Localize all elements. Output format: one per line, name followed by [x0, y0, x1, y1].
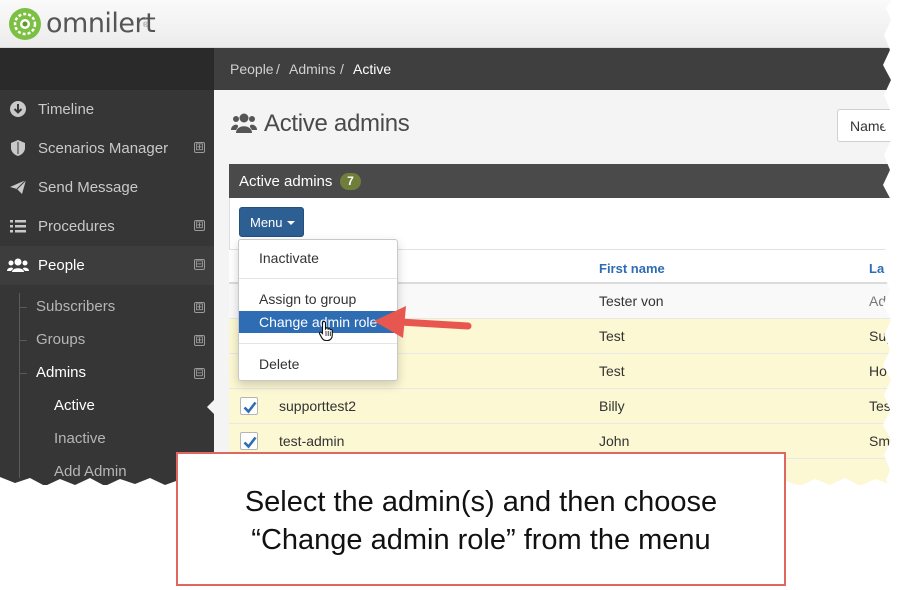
menu-item-inactivate[interactable]: Inactivate [239, 247, 397, 269]
breadcrumb-current: Active [353, 61, 392, 77]
sidebar-item-label: Send Message [38, 179, 139, 196]
first-name-cell: John [599, 433, 630, 449]
sidebar-item-label: Groups [36, 331, 86, 348]
registered-mark: ® [143, 22, 149, 29]
row-checkbox[interactable] [240, 397, 258, 415]
collapse-icon[interactable]: ⊟ [194, 259, 205, 270]
callout-line-2: “Change admin role” from the menu [251, 524, 711, 556]
sidebar-item-label: Scenarios Manager [38, 140, 169, 157]
checkmark-icon [243, 436, 257, 449]
panel-header: Active admins 7 [229, 164, 892, 198]
page-title: Active admins [264, 110, 410, 137]
sidebar-item-timeline[interactable]: Timeline [0, 90, 214, 129]
caret-down-icon [287, 221, 295, 225]
menu-item-label: Inactivate [259, 250, 319, 266]
sort-name-button[interactable]: Name [837, 109, 892, 142]
column-header-first-name[interactable]: First name [599, 261, 665, 276]
menu-divider [239, 278, 397, 279]
list-icon [10, 220, 26, 233]
sidebar-item-label: Admins [36, 364, 87, 381]
menu-button-label: Menu [250, 215, 283, 230]
sidebar-item-label: Subscribers [36, 298, 116, 315]
column-header-last-name[interactable]: La [869, 261, 884, 276]
tree-tick [19, 340, 27, 341]
sidebar-item-procedures[interactable]: Procedures ⊞ [0, 207, 214, 246]
tree-tick [19, 307, 27, 308]
logo-bar: omnilert ® [0, 0, 892, 48]
arrow-down-circle-icon [10, 101, 26, 117]
last-name-cell: Adr [869, 293, 891, 309]
sidebar-item-label: Active [54, 397, 95, 414]
first-name-cell: Billy [599, 398, 625, 414]
breadcrumb: People / Admins / Active [214, 48, 892, 90]
callout-text: Select the admin(s) and then choose “Cha… [178, 483, 784, 559]
annotated-screenshot: omnilert ® Timeline Scenarios Manager ⊞ … [0, 0, 905, 590]
sidebar-item-scenarios-manager[interactable]: Scenarios Manager ⊞ [0, 129, 214, 168]
sidebar-item-people[interactable]: People ⊟ [0, 246, 214, 285]
active-indicator [207, 400, 214, 414]
breadcrumb-people[interactable]: People [230, 61, 274, 77]
first-name-cell: Test [599, 363, 625, 379]
logo-text: omnilert [46, 8, 156, 39]
menu-item-label: Assign to group [259, 291, 357, 307]
pointer-arrow-icon [374, 306, 472, 338]
users-icon [7, 258, 29, 272]
first-name-cell: Tester von [599, 293, 664, 309]
sort-name-label: Name [850, 118, 888, 134]
menu-item-delete[interactable]: Delete [239, 353, 397, 375]
menu-button[interactable]: Menu [239, 207, 304, 237]
last-name-cell: Smi [869, 433, 892, 449]
users-icon [231, 113, 257, 133]
sidebar-item-label: Timeline [38, 101, 95, 118]
username-cell: test-admin [279, 433, 345, 449]
username-cell: supporttest2 [279, 398, 357, 414]
sidebar-item-label: Procedures [38, 218, 115, 235]
instruction-callout: Select the admin(s) and then choose “Cha… [176, 452, 786, 586]
breadcrumb-admins[interactable]: Admins [289, 61, 336, 77]
first-name-cell: Test [599, 328, 625, 344]
shield-icon [11, 140, 25, 156]
sidebar-item-admins[interactable]: Admins ⊟ [0, 357, 214, 390]
hand-pointer-icon [318, 320, 333, 342]
callout-line-1: Select the admin(s) and then choose [244, 486, 718, 518]
breadcrumb-separator: / [340, 61, 344, 77]
checkmark-icon [243, 401, 257, 414]
sidebar-header [0, 48, 214, 90]
row-checkbox[interactable] [240, 432, 258, 450]
expand-icon[interactable]: ⊞ [194, 302, 205, 313]
sidebar-item-subscribers[interactable]: Subscribers ⊞ [0, 291, 214, 324]
collapse-icon[interactable]: ⊟ [194, 368, 205, 379]
breadcrumb-separator: / [276, 61, 280, 77]
app-window: omnilert ® Timeline Scenarios Manager ⊞ … [0, 0, 892, 485]
sidebar: Timeline Scenarios Manager ⊞ Send Messag… [0, 48, 214, 485]
table-row[interactable]: supporttest2 Billy Tes [229, 389, 892, 424]
paper-plane-icon [10, 179, 27, 194]
sidebar-item-active[interactable]: Active [0, 390, 214, 423]
sidebar-item-label: People [38, 257, 85, 274]
last-name-cell: Hov [869, 363, 892, 379]
sidebar-item-groups[interactable]: Groups ⊞ [0, 324, 214, 357]
sidebar-item-send-message[interactable]: Send Message [0, 168, 214, 207]
expand-icon[interactable]: ⊞ [194, 335, 205, 346]
last-name-cell: Sup [869, 328, 892, 344]
expand-icon[interactable]: ⊞ [194, 142, 205, 153]
expand-icon[interactable]: ⊞ [194, 220, 205, 231]
tree-tick [19, 373, 27, 374]
sidebar-item-label: Add Admin [54, 463, 127, 480]
panel-title: Active admins [239, 173, 333, 190]
omnilert-logo-icon [9, 8, 41, 40]
last-name-cell: Tes [869, 398, 891, 414]
menu-item-label: Delete [259, 356, 300, 372]
sidebar-item-label: Inactive [54, 430, 106, 447]
count-badge: 7 [340, 173, 361, 190]
